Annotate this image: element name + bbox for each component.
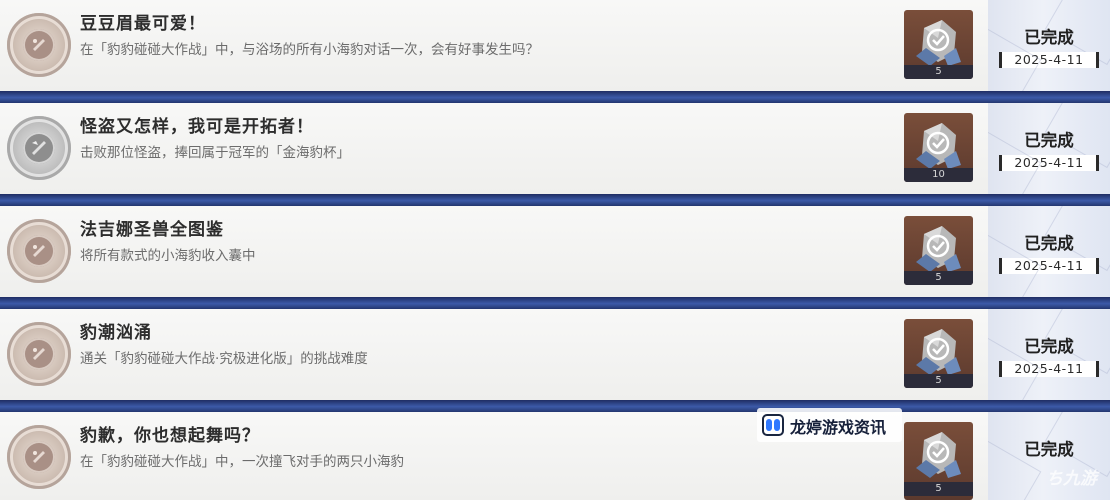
achievement-card: 豹潮汹涌 通关「豹豹碰碰大作战·究极进化版」的挑战难度 5 [0,309,988,400]
reward-item[interactable]: 5 [904,10,973,79]
achievement-row[interactable]: 豆豆眉最可爱！ 在「豹豹碰碰大作战」中，与浴场的所有小海豹对话一次，会有好事发生… [0,0,1110,91]
achievement-row[interactable]: 怪盗又怎样，我可是开拓者！ 击败那位怪盗，捧回属于冠军的「金海豹杯」 10 已完… [0,103,1110,194]
reward-item[interactable]: 5 [904,319,973,388]
bronze-medal-icon [7,13,71,77]
achievement-row[interactable]: 豹歉，你也想起舞吗？ 在「豹豹碰碰大作战」中，一次撞飞对手的两只小海豹 5 已完… [0,412,1110,500]
achievement-title: 豹歉，你也想起舞吗？ [80,426,260,446]
achievement-list: 豆豆眉最可爱！ 在「豹豹碰碰大作战」中，与浴场的所有小海豹对话一次，会有好事发生… [0,0,1110,500]
watermark-text: 龙婷游戏资讯 [790,418,887,437]
reward-item[interactable]: 10 [904,113,973,182]
completion-date: 2025-4-11 [999,258,1099,274]
reward-quantity: 5 [904,65,973,79]
achievement-row[interactable]: 法吉娜圣兽全图鉴 将所有款式的小海豹收入囊中 5 已完成 2025-4-11 [0,206,1110,297]
status-panel: 已完成 2025-4-11 [988,309,1110,400]
row-divider [0,194,1110,206]
status-panel: 已完成 2025-4-11 [988,103,1110,194]
stellar-jade-icon [916,123,961,169]
achievement-card: 豆豆眉最可爱！ 在「豹豹碰碰大作战」中，与浴场的所有小海豹对话一次，会有好事发生… [0,0,988,91]
bronze-medal-icon [7,425,71,489]
switch-icon [762,414,784,436]
silver-medal-icon [7,116,71,180]
achievement-description: 击败那位怪盗，捧回属于冠军的「金海豹杯」 [80,145,350,161]
status-label: 已完成 [1024,28,1074,47]
achievement-description: 将所有款式的小海豹收入囊中 [80,248,256,264]
achievement-description: 在「豹豹碰碰大作战」中，一次撞飞对手的两只小海豹 [80,454,404,470]
status-panel: 已完成 2025-4-11 [988,0,1110,91]
row-divider [0,91,1110,103]
stellar-jade-icon [916,226,961,272]
achievement-title: 豹潮汹涌 [80,323,152,343]
row-divider [0,297,1110,309]
status-panel: 已完成 2025-4-11 [988,206,1110,297]
stellar-jade-icon [916,432,961,478]
reward-quantity: 10 [904,168,973,182]
reward-quantity: 5 [904,271,973,285]
achievement-row[interactable]: 豹潮汹涌 通关「豹豹碰碰大作战·究极进化版」的挑战难度 5 已完成 2025-4… [0,309,1110,400]
completion-date: 2025-4-11 [999,155,1099,171]
reward-quantity: 5 [904,374,973,388]
bronze-medal-icon [7,322,71,386]
corner-logo: ち九游 [1046,469,1097,489]
achievement-description: 在「豹豹碰碰大作战」中，与浴场的所有小海豹对话一次，会有好事发生吗？ [80,42,539,58]
completion-date: 2025-4-11 [999,361,1099,377]
achievement-title: 法吉娜圣兽全图鉴 [80,220,224,240]
completion-date: 2025-4-11 [999,52,1099,68]
bronze-medal-icon [7,219,71,283]
watermark-badge: 龙婷游戏资讯 [757,408,902,442]
status-label: 已完成 [1024,337,1074,356]
row-divider [0,400,1110,412]
status-label: 已完成 [1024,131,1074,150]
achievement-title: 怪盗又怎样，我可是开拓者！ [80,117,314,137]
status-label: 已完成 [1024,440,1074,459]
stellar-jade-icon [916,329,961,375]
reward-item[interactable]: 5 [904,216,973,285]
achievement-title: 豆豆眉最可爱！ [80,14,206,34]
status-label: 已完成 [1024,234,1074,253]
achievement-card: 怪盗又怎样，我可是开拓者！ 击败那位怪盗，捧回属于冠军的「金海豹杯」 10 [0,103,988,194]
reward-quantity: 5 [904,482,973,496]
achievement-card: 法吉娜圣兽全图鉴 将所有款式的小海豹收入囊中 5 [0,206,988,297]
reward-item[interactable]: 5 [904,422,973,500]
achievement-description: 通关「豹豹碰碰大作战·究极进化版」的挑战难度 [80,351,368,367]
stellar-jade-icon [916,20,961,66]
